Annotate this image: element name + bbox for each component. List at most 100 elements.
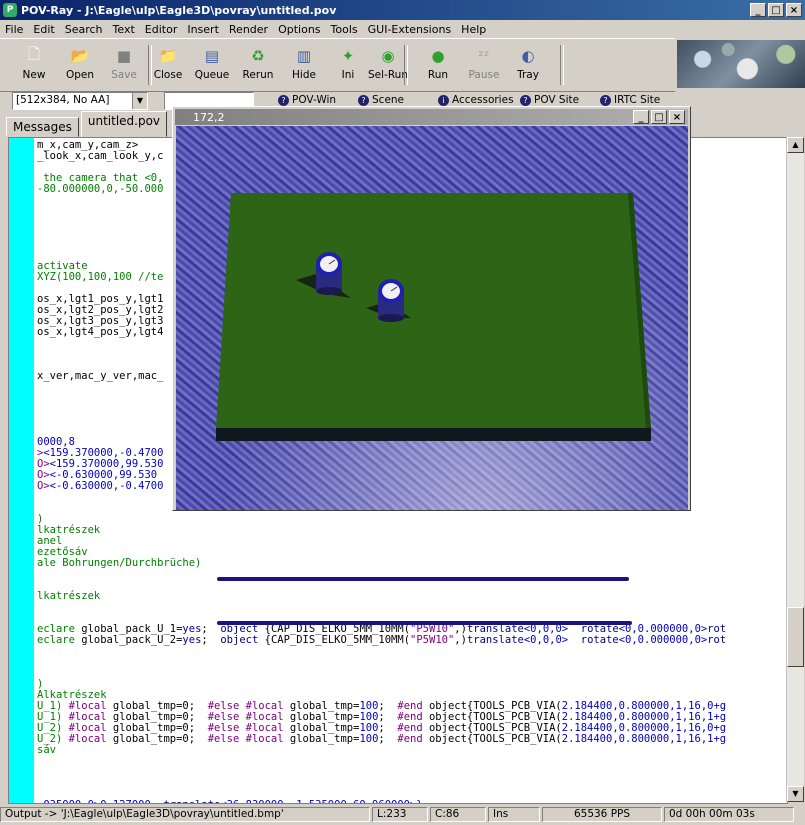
scroll-down-icon[interactable]: ▼ <box>787 786 804 802</box>
code-line: ) <box>37 679 726 690</box>
code-token: os_x,lgt4_pos_y,lgt4 <box>37 326 164 338</box>
code-token: eclare <box>37 634 82 646</box>
toolbar-ini-button[interactable]: ✦ Ini <box>326 43 370 87</box>
toolbar-button-label: Queue <box>194 69 230 81</box>
status-pixels-per-second: 65536 PPS <box>542 807 662 822</box>
menu-bar: File Edit Search Text Editor Insert Rend… <box>0 20 805 38</box>
highlight-stroke <box>217 577 629 581</box>
code-token: object{TOOLS_PCB_VIA( <box>428 733 562 745</box>
code-token: translate <box>466 634 524 646</box>
maximize-button[interactable]: □ <box>768 3 784 17</box>
menu-help[interactable]: Help <box>456 23 491 36</box>
toolbar-tray-button[interactable]: ◐ Tray <box>506 43 550 87</box>
render-canvas <box>176 126 688 510</box>
tab-messages[interactable]: Messages <box>6 117 79 137</box>
toolbar-open-button[interactable]: 📂 Open <box>58 43 102 87</box>
toolbar-separator <box>560 45 564 85</box>
menu-text[interactable]: Text <box>108 23 140 36</box>
render-close-button[interactable]: × <box>669 110 685 124</box>
ini-icon: ✦ <box>341 47 355 65</box>
menu-gui-extensions[interactable]: GUI-Extensions <box>363 23 457 36</box>
menu-file[interactable]: File <box>0 23 28 36</box>
scene-link[interactable]: ? Scene <box>358 94 404 106</box>
povsite-link[interactable]: ? POV Site <box>520 94 579 106</box>
code-token: <0,0,0> <box>523 634 569 646</box>
render-title: 172,2 <box>193 110 225 124</box>
code-token: 2.184400,0.800000,1,16,1+g <box>561 733 727 745</box>
code-line: sáv <box>37 745 726 756</box>
toolbar-rerun-button[interactable]: ♻ Rerun <box>236 43 280 87</box>
code-line: eclare global_pack_U_2=yes; object {CAP_… <box>37 635 726 646</box>
code-line: ) <box>37 514 726 525</box>
toolbar-save-button[interactable]: ■ Save <box>102 43 146 87</box>
povray-app-icon[interactable]: P <box>3 3 17 17</box>
code-line: ale Bohrungen/Durchbrüche) <box>37 558 726 569</box>
irtcsite-link[interactable]: ? IRTC Site <box>600 94 660 106</box>
toolbar-pause-button[interactable]: ᶻᶻ Pause <box>462 43 506 87</box>
resolution-value: [512x384, No AA] <box>16 94 110 106</box>
tray-icon: ◐ <box>521 47 535 65</box>
render-title-bar[interactable]: 172,2 _ □ × <box>175 109 688 125</box>
pcb-edge <box>216 428 651 441</box>
toolbar-run-button[interactable]: ● Run <box>416 43 460 87</box>
render-minimize-button[interactable]: _ <box>633 110 649 124</box>
run-icon: ● <box>431 47 445 65</box>
menu-tools[interactable]: Tools <box>326 23 363 36</box>
code-token: ale Bohrungen/Durchbrüche) <box>37 557 202 569</box>
toolbar-hide-button[interactable]: ▥ Hide <box>282 43 326 87</box>
code-token: <0,0.000000,0> <box>618 634 708 646</box>
povwin-link[interactable]: ? POV-Win <box>278 94 336 106</box>
menu-options[interactable]: Options <box>273 23 325 36</box>
toolbar-button-label: Rerun <box>242 69 274 81</box>
menu-search[interactable]: Search <box>60 23 108 36</box>
chevron-down-icon[interactable]: ▼ <box>132 93 147 109</box>
accessories-label: Accessories <box>452 94 514 106</box>
rendered-pcb-scene <box>216 193 651 441</box>
code-token: object <box>220 634 265 646</box>
minimize-button[interactable]: _ <box>750 3 766 17</box>
menu-insert[interactable]: Insert <box>182 23 224 36</box>
code-token: rotate <box>580 634 619 646</box>
highlight-stroke <box>217 621 632 625</box>
toolbar-separator <box>148 45 152 85</box>
menu-render[interactable]: Render <box>224 23 273 36</box>
rerun-icon: ♻ <box>251 47 265 65</box>
close-button[interactable]: × <box>786 3 802 17</box>
toolbar-new-button[interactable]: 🗋 New <box>12 43 56 87</box>
help-icon: ? <box>600 94 611 106</box>
code-token: rot <box>707 634 727 646</box>
toolbar-button-label: Ini <box>341 69 355 81</box>
render-maximize-button[interactable]: □ <box>651 110 667 124</box>
code-token: #else #local <box>207 733 290 745</box>
code-line: lkatrészek <box>37 525 726 536</box>
code-token: ; <box>201 634 221 646</box>
new-file-icon: 🗋 <box>27 44 41 63</box>
status-output: Output -> 'J:\Eagle\ulp\Eagle3D\povray\u… <box>0 807 370 822</box>
main-toolbar: 🗋 New 📂 Open ■ Save 📁 Close ▤ Queue ♻ Rerun ▥ Hide ✦ In… <box>0 38 675 92</box>
status-column: C:86 <box>430 807 486 822</box>
title-bar: P POV-Ray - J:\Eagle\ulp\Eagle3D\povray\… <box>0 0 805 20</box>
scroll-up-icon[interactable]: ▲ <box>787 137 804 153</box>
toolbar-button-label: Save <box>111 69 137 81</box>
toolbar-queue-button[interactable]: ▤ Queue <box>190 43 234 87</box>
toolbar-close-button[interactable]: 📁 Close <box>146 43 190 87</box>
scroll-thumb[interactable] <box>787 607 804 667</box>
help-icon: ? <box>358 94 369 106</box>
help-icon: ? <box>278 94 289 106</box>
tab-untitled-pov[interactable]: untitled.pov <box>80 111 168 137</box>
menu-edit[interactable]: Edit <box>28 23 59 36</box>
code-token: yes <box>182 634 202 646</box>
menu-editor[interactable]: Editor <box>140 23 183 36</box>
accessories-link[interactable]: i Accessories <box>438 94 514 106</box>
resolution-select[interactable]: [512x384, No AA] ▼ <box>12 92 148 110</box>
close-folder-icon: 📁 <box>158 47 178 65</box>
status-bar: Output -> 'J:\Eagle\ulp\Eagle3D\povray\u… <box>0 804 805 825</box>
editor-gutter[interactable] <box>9 138 34 803</box>
status-line: L:233 <box>372 807 428 822</box>
vertical-scrollbar[interactable]: ▲ ▼ <box>786 137 804 802</box>
render-preview-window[interactable]: 172,2 _ □ × <box>172 106 691 511</box>
